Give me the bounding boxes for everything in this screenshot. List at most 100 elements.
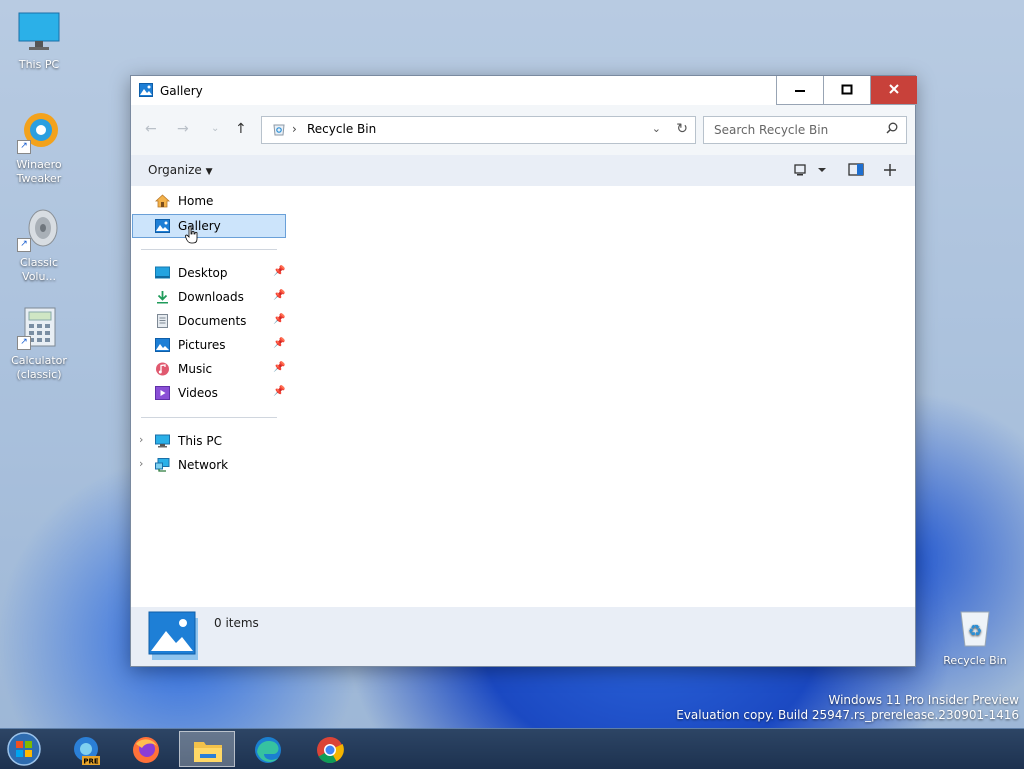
- chevron-right-icon[interactable]: ›: [139, 433, 143, 446]
- nav-item-pictures[interactable]: Pictures 📌: [133, 334, 285, 356]
- pin-icon[interactable]: 📌: [273, 338, 285, 349]
- network-icon: [155, 458, 170, 472]
- desktop-icon-calculator[interactable]: ↗ Calculator (classic): [3, 306, 75, 382]
- nav-item-gallery[interactable]: Gallery: [132, 214, 286, 244]
- back-arrow-icon[interactable]: ←: [145, 121, 157, 137]
- videos-folder-icon: [155, 386, 170, 400]
- shortcut-arrow-icon: ↗: [17, 238, 31, 252]
- firefox-icon: [133, 737, 159, 763]
- up-arrow-icon[interactable]: ↑: [235, 121, 247, 137]
- chevron-right-icon[interactable]: ›: [139, 457, 143, 470]
- nav-item-music[interactable]: Music 📌: [133, 358, 285, 380]
- gallery-icon: [139, 83, 153, 97]
- nav-item-label: Network: [178, 458, 229, 472]
- pictures-folder-icon: [155, 338, 170, 352]
- nav-item-label: Home: [178, 194, 214, 208]
- nav-item-this-pc[interactable]: › This PC: [133, 430, 283, 452]
- pin-icon[interactable]: 📌: [273, 386, 285, 397]
- desktop-icon-this-pc[interactable]: This PC: [3, 10, 75, 72]
- taskbar-firefox[interactable]: [118, 731, 174, 767]
- desktop-icon-recycle-bin[interactable]: ♻ Recycle Bin: [939, 606, 1011, 668]
- hand-cursor-icon: [185, 226, 198, 244]
- title-bar[interactable]: Gallery: [131, 76, 917, 106]
- view-icon: [794, 164, 826, 176]
- calculator-icon: ↗: [17, 306, 61, 350]
- taskbar-file-explorer[interactable]: [179, 731, 235, 767]
- nav-item-label: Videos: [178, 386, 218, 400]
- maximize-button[interactable]: [823, 76, 870, 105]
- close-button[interactable]: [870, 76, 917, 105]
- nav-item-label: Desktop: [178, 266, 228, 280]
- pin-icon[interactable]: 📌: [273, 266, 285, 277]
- minimize-icon: [795, 90, 805, 92]
- preview-pane-button[interactable]: [848, 163, 864, 180]
- edge-preview-icon: PRE: [74, 737, 100, 766]
- recycle-bin-icon: ♻: [953, 606, 997, 650]
- maximize-icon: [841, 84, 853, 95]
- breadcrumb-recycle-bin[interactable]: Recycle Bin: [307, 122, 376, 136]
- nav-item-desktop[interactable]: Desktop 📌: [133, 262, 285, 284]
- desktop-icon-winaero-tweaker[interactable]: ↗ Winaero Tweaker: [3, 110, 75, 186]
- desktop-icon-classic-volume[interactable]: ↗ Classic Volu...: [3, 208, 75, 284]
- search-input[interactable]: [712, 121, 882, 139]
- view-options-button[interactable]: [794, 163, 828, 180]
- minimize-button[interactable]: [776, 76, 823, 105]
- windows-logo-icon: [7, 732, 41, 766]
- edge-icon: [255, 737, 281, 763]
- file-explorer-window: Gallery ← → ⌄ ↑ › Recycle Bin ⌄ ↻ Search…: [130, 75, 917, 667]
- evaluation-watermark: Windows 11 Pro Insider Preview Evaluatio…: [676, 693, 1019, 723]
- search-box[interactable]: [703, 116, 907, 144]
- start-button[interactable]: [6, 732, 42, 766]
- pre-badge: PRE: [83, 758, 99, 766]
- nav-item-label: Documents: [178, 314, 247, 328]
- nav-item-label: Music: [178, 362, 213, 376]
- details-bar: 0 items: [131, 607, 915, 666]
- winaero-tweaker-icon: ↗: [17, 110, 61, 154]
- nav-item-network[interactable]: › Network: [133, 454, 283, 476]
- gallery-icon: [155, 219, 170, 233]
- search-icon: [886, 122, 898, 134]
- file-explorer-icon: [194, 742, 222, 762]
- nav-divider: [141, 417, 277, 418]
- downloads-folder-icon: [157, 291, 168, 304]
- command-bar: Organize ▼: [131, 155, 915, 186]
- new-item-button[interactable]: [883, 163, 897, 180]
- desktop-folder-icon: [155, 266, 170, 279]
- nav-divider: [141, 249, 277, 250]
- monitor-icon: [17, 10, 61, 54]
- desktop-icon-label: Calculator (classic): [11, 354, 67, 381]
- navigation-bar: ← → ⌄ ↑ › Recycle Bin ⌄ ↻: [131, 105, 915, 155]
- address-dropdown-icon[interactable]: ⌄: [652, 122, 661, 135]
- nav-item-videos[interactable]: Videos 📌: [133, 382, 285, 404]
- desktop-icon-label: Classic Volu...: [19, 256, 59, 283]
- plus-icon: [884, 164, 896, 176]
- breadcrumb-separator: ›: [292, 122, 297, 136]
- recent-locations-chevron-icon[interactable]: ⌄: [211, 123, 219, 134]
- desktop-icon-label: This PC: [18, 58, 60, 71]
- taskbar-edge-preview[interactable]: PRE: [58, 731, 114, 767]
- navigation-pane: Home Gallery Desktop 📌 Downloads 📌 Docum…: [131, 186, 291, 606]
- forward-arrow-icon[interactable]: →: [177, 121, 189, 137]
- organize-button[interactable]: Organize ▼: [148, 163, 213, 177]
- nav-item-documents[interactable]: Documents 📌: [133, 310, 285, 332]
- gallery-large-icon: [148, 611, 200, 661]
- nav-item-downloads[interactable]: Downloads 📌: [133, 286, 285, 308]
- shortcut-arrow-icon: ↗: [17, 140, 31, 154]
- desktop-icon-label: Recycle Bin: [943, 654, 1007, 667]
- watermark-line-1: Windows 11 Pro Insider Preview: [828, 693, 1019, 707]
- music-folder-icon: [156, 362, 169, 376]
- taskbar-edge[interactable]: [240, 731, 296, 767]
- chevron-down-icon: ▼: [205, 167, 213, 177]
- taskbar-chrome[interactable]: [302, 731, 358, 767]
- nav-item-home[interactable]: Home: [133, 190, 283, 212]
- svg-text:♻: ♻: [968, 621, 982, 640]
- nav-item-label: This PC: [178, 434, 222, 448]
- address-bar[interactable]: › Recycle Bin ⌄ ↻: [261, 116, 696, 144]
- refresh-icon[interactable]: ↻: [676, 121, 688, 137]
- item-count: 0 items: [214, 616, 259, 630]
- taskbar: PRE: [0, 728, 1024, 769]
- preview-pane-icon: [848, 163, 864, 176]
- pin-icon[interactable]: 📌: [273, 362, 285, 373]
- pin-icon[interactable]: 📌: [273, 290, 285, 301]
- pin-icon[interactable]: 📌: [273, 314, 285, 325]
